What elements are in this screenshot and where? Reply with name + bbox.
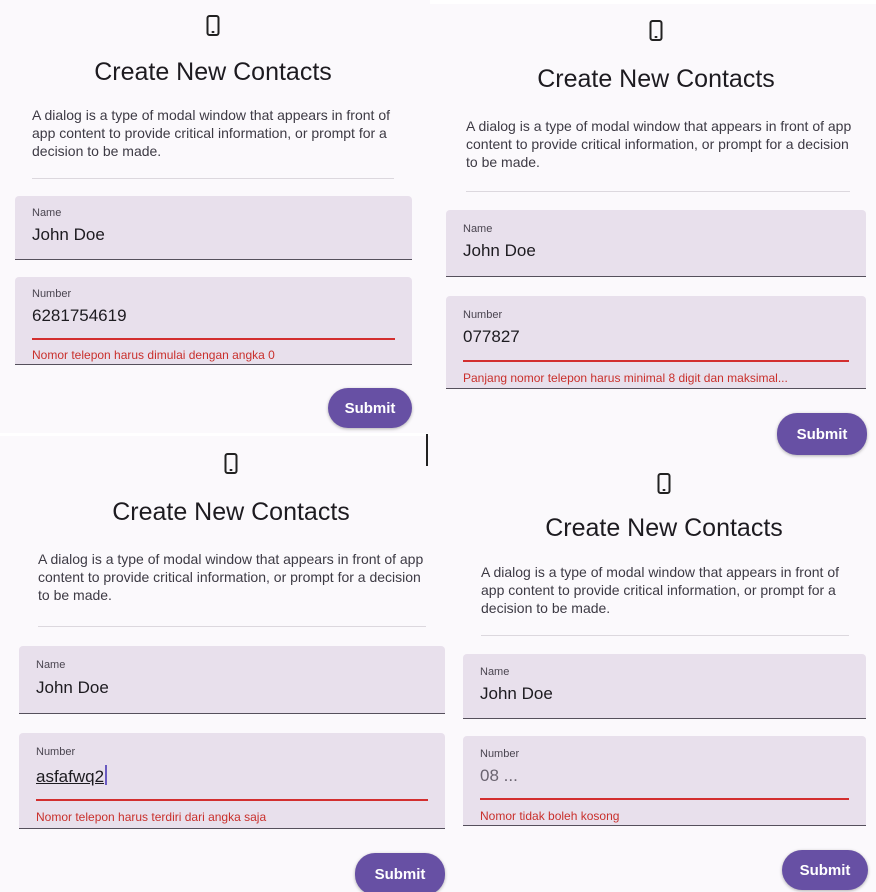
dialog-title: Create New Contacts: [112, 498, 350, 526]
error-underline: [463, 360, 849, 362]
number-field-label: Number: [32, 288, 72, 300]
name-field-value: John Doe: [463, 241, 536, 260]
submit-button[interactable]: Submit: [782, 850, 868, 890]
name-field[interactable]: Name John Doe: [15, 196, 412, 260]
number-field[interactable]: Number 6281754619 Nomor telepon harus di…: [15, 277, 412, 365]
error-underline: [32, 338, 395, 340]
number-field-placeholder: 08 ...: [480, 766, 518, 785]
number-field[interactable]: Number asfafwq2 Nomor telepon harus terd…: [19, 733, 445, 829]
submit-button[interactable]: Submit: [355, 853, 445, 892]
divider: [466, 191, 850, 192]
name-field-value: John Doe: [480, 684, 553, 703]
number-field-error: Nomor telepon harus dimulai dengan angka…: [32, 348, 275, 362]
dialog-description: A dialog is a type of modal window that …: [481, 564, 839, 616]
error-underline: [480, 798, 849, 800]
number-field-error: Nomor tidak boleh kosong: [480, 809, 620, 823]
error-underline: [36, 799, 428, 801]
number-field-error: Panjang nomor telepon harus minimal 8 di…: [463, 371, 788, 385]
name-field-label: Name: [32, 207, 62, 219]
name-field[interactable]: Name John Doe: [446, 210, 866, 277]
name-field[interactable]: Name John Doe: [19, 646, 445, 714]
dialog-panel-4: Create New Contacts A dialog is a type o…: [448, 460, 876, 892]
divider: [481, 635, 849, 636]
number-field-value: 077827: [463, 327, 520, 346]
name-field-value: John Doe: [36, 678, 109, 697]
number-field-label: Number: [480, 748, 520, 760]
smartphone-icon: [657, 473, 671, 494]
number-field-value[interactable]: asfafwq2: [36, 765, 108, 787]
number-field-value: 6281754619: [32, 306, 127, 325]
dialog-panel-3: Create New Contacts A dialog is a type o…: [0, 436, 448, 892]
divider: [38, 626, 426, 627]
dialog-title: Create New Contacts: [94, 58, 332, 86]
smartphone-icon: [206, 15, 220, 36]
smartphone-icon: [224, 453, 238, 474]
divider: [32, 178, 394, 179]
submit-button[interactable]: Submit: [777, 413, 867, 455]
name-field-label: Name: [480, 666, 510, 678]
smartphone-icon: [649, 20, 663, 41]
text-cursor-mark: [426, 434, 428, 466]
dialog-description: A dialog is a type of modal window that …: [38, 551, 424, 603]
number-field-error: Nomor telepon harus terdiri dari angka s…: [36, 810, 267, 824]
name-field-value: John Doe: [32, 225, 105, 244]
dialog-title: Create New Contacts: [537, 65, 775, 93]
name-field-label: Name: [36, 659, 66, 671]
dialog-description: A dialog is a type of modal window that …: [32, 107, 390, 159]
dialog-description: A dialog is a type of modal window that …: [466, 118, 852, 170]
submit-button[interactable]: Submit: [328, 388, 412, 428]
number-field[interactable]: Number 077827 Panjang nomor telepon haru…: [446, 296, 866, 389]
dialog-panel-1: Create New Contacts A dialog is a type o…: [0, 0, 430, 433]
text-caret: [105, 765, 108, 785]
number-field-label: Number: [463, 309, 503, 321]
name-field[interactable]: Name John Doe: [463, 654, 866, 719]
name-field-label: Name: [463, 223, 493, 235]
number-field-label: Number: [36, 746, 76, 758]
number-field[interactable]: Number 08 ... Nomor tidak boleh kosong: [463, 736, 866, 826]
dialog-title: Create New Contacts: [545, 514, 783, 542]
dialog-panel-2: Create New Contacts A dialog is a type o…: [430, 4, 876, 460]
